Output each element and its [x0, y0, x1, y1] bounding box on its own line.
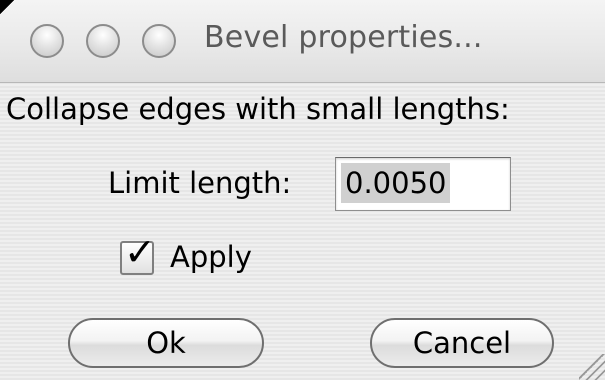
apply-checkbox[interactable]: ✓: [120, 233, 156, 275]
limit-length-label: Limit length:: [108, 166, 292, 200]
title-bar[interactable]: Bevel properties...: [0, 0, 605, 83]
close-icon[interactable]: [30, 24, 64, 58]
limit-length-input[interactable]: [335, 157, 511, 211]
checkmark-icon: ✓: [124, 230, 156, 274]
ok-button[interactable]: Ok: [68, 318, 264, 368]
apply-label[interactable]: Apply: [170, 240, 252, 274]
bevel-properties-window: Bevel properties... Collapse edges with …: [0, 0, 605, 380]
window-corner-mark: [0, 0, 14, 14]
zoom-icon[interactable]: [142, 24, 176, 58]
minimize-icon[interactable]: [86, 24, 120, 58]
window-title: Bevel properties...: [204, 20, 483, 55]
resize-grip-icon[interactable]: [579, 354, 605, 380]
section-heading: Collapse edges with small lengths:: [6, 92, 510, 126]
cancel-button[interactable]: Cancel: [370, 318, 554, 368]
